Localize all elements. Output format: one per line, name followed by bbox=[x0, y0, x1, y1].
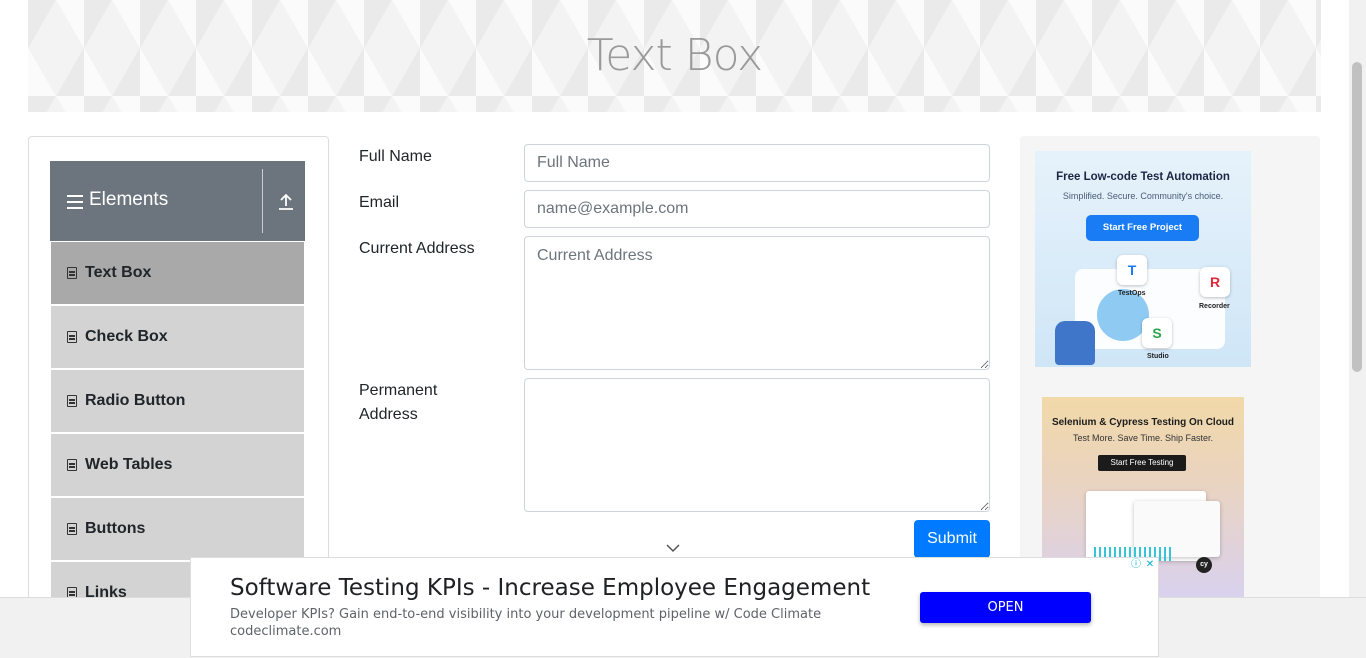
current-address-textarea[interactable] bbox=[524, 236, 990, 370]
sidebar-item-label: Text Box bbox=[85, 264, 152, 281]
sidebar-item-label: Radio Button bbox=[85, 392, 186, 409]
vertical-scrollbar[interactable] bbox=[1349, 0, 1366, 597]
ad2-headline: Selenium & Cypress Testing On Cloud bbox=[1051, 417, 1235, 428]
ad1-tile-label: Studio bbox=[1147, 353, 1169, 360]
page-banner: Text Box bbox=[28, 0, 1321, 112]
recorder-icon: R bbox=[1200, 267, 1230, 297]
info-icon[interactable]: ⓘ bbox=[1129, 558, 1143, 572]
email-input[interactable] bbox=[524, 190, 990, 228]
elements-group-header[interactable]: Elements bbox=[50, 161, 305, 241]
html-file-icon bbox=[67, 395, 77, 407]
bottom-ad-banner[interactable]: ⓘ ✕ Software Testing KPIs - Increase Empl… bbox=[190, 557, 1159, 657]
header-divider bbox=[262, 169, 263, 233]
ad-choices[interactable]: ⓘ ✕ bbox=[1129, 558, 1161, 574]
email-label: Email bbox=[359, 194, 400, 211]
ad1-subline: Simplified. Secure. Community's choice. bbox=[1062, 191, 1224, 201]
ad1-cta-button[interactable]: Start Free Project bbox=[1086, 215, 1199, 241]
cypress-logo-icon: cy bbox=[1196, 557, 1212, 573]
permanent-address-label-line2: Address bbox=[359, 406, 418, 423]
full-name-input[interactable] bbox=[524, 144, 990, 182]
ad-low-code-automation[interactable]: Free Low-code Test Automation Simplified… bbox=[1035, 151, 1251, 367]
permanent-address-label-line1: Permanent bbox=[359, 382, 438, 399]
html-file-icon bbox=[67, 459, 77, 471]
full-name-label: Full Name bbox=[359, 148, 432, 165]
ad2-cta-button[interactable]: Start Free Testing bbox=[1098, 455, 1186, 471]
testops-icon: T bbox=[1117, 255, 1147, 285]
current-address-label: Current Address bbox=[359, 240, 475, 257]
permanent-address-textarea[interactable] bbox=[524, 378, 990, 512]
submit-button[interactable]: Submit bbox=[914, 520, 990, 558]
permanent-address-label: Permanent Address bbox=[359, 379, 437, 427]
robot-icon bbox=[1055, 321, 1095, 365]
menu-icon bbox=[67, 195, 83, 209]
sidebar-item-radio-button[interactable]: Radio Button bbox=[51, 370, 304, 432]
sidebar-item-label: Check Box bbox=[85, 328, 168, 345]
html-file-icon bbox=[67, 267, 77, 279]
sidebar-item-web-tables[interactable]: Web Tables bbox=[51, 434, 304, 496]
sidebar-item-label: Web Tables bbox=[85, 456, 173, 473]
ad2-subline: Test More. Save Time. Ship Faster. bbox=[1072, 433, 1214, 443]
bottom-ad-domain: codeclimate.com bbox=[230, 624, 342, 639]
html-file-icon bbox=[67, 523, 77, 535]
studio-icon: S bbox=[1142, 318, 1172, 348]
sidebar-item-check-box[interactable]: Check Box bbox=[51, 306, 304, 368]
bottom-ad-headline[interactable]: Software Testing KPIs - Increase Employe… bbox=[230, 575, 870, 601]
page-title: Text Box bbox=[586, 30, 763, 81]
sidebar-item-buttons[interactable]: Buttons bbox=[51, 498, 304, 560]
scrollbar-thumb[interactable] bbox=[1352, 62, 1362, 372]
sidebar: Elements Text Box Check Box Radio Button… bbox=[28, 136, 329, 608]
close-icon[interactable]: ✕ bbox=[1143, 558, 1157, 572]
sidebar-item-label: Buttons bbox=[85, 520, 146, 537]
chevron-down-icon bbox=[666, 540, 680, 556]
ad1-tile-label: TestOps bbox=[1118, 290, 1146, 297]
open-button[interactable]: OPEN bbox=[920, 592, 1091, 623]
bottom-ad-description: Developer KPIs? Gain end-to-end visibili… bbox=[230, 607, 822, 622]
html-file-icon bbox=[67, 331, 77, 343]
ad1-headline: Free Low-code Test Automation bbox=[1056, 171, 1230, 183]
collapse-arrow-icon[interactable] bbox=[278, 193, 294, 213]
ad1-tile-label: Recorder bbox=[1199, 303, 1230, 310]
group-title: Elements bbox=[89, 189, 169, 210]
sidebar-item-text-box[interactable]: Text Box bbox=[51, 242, 304, 304]
